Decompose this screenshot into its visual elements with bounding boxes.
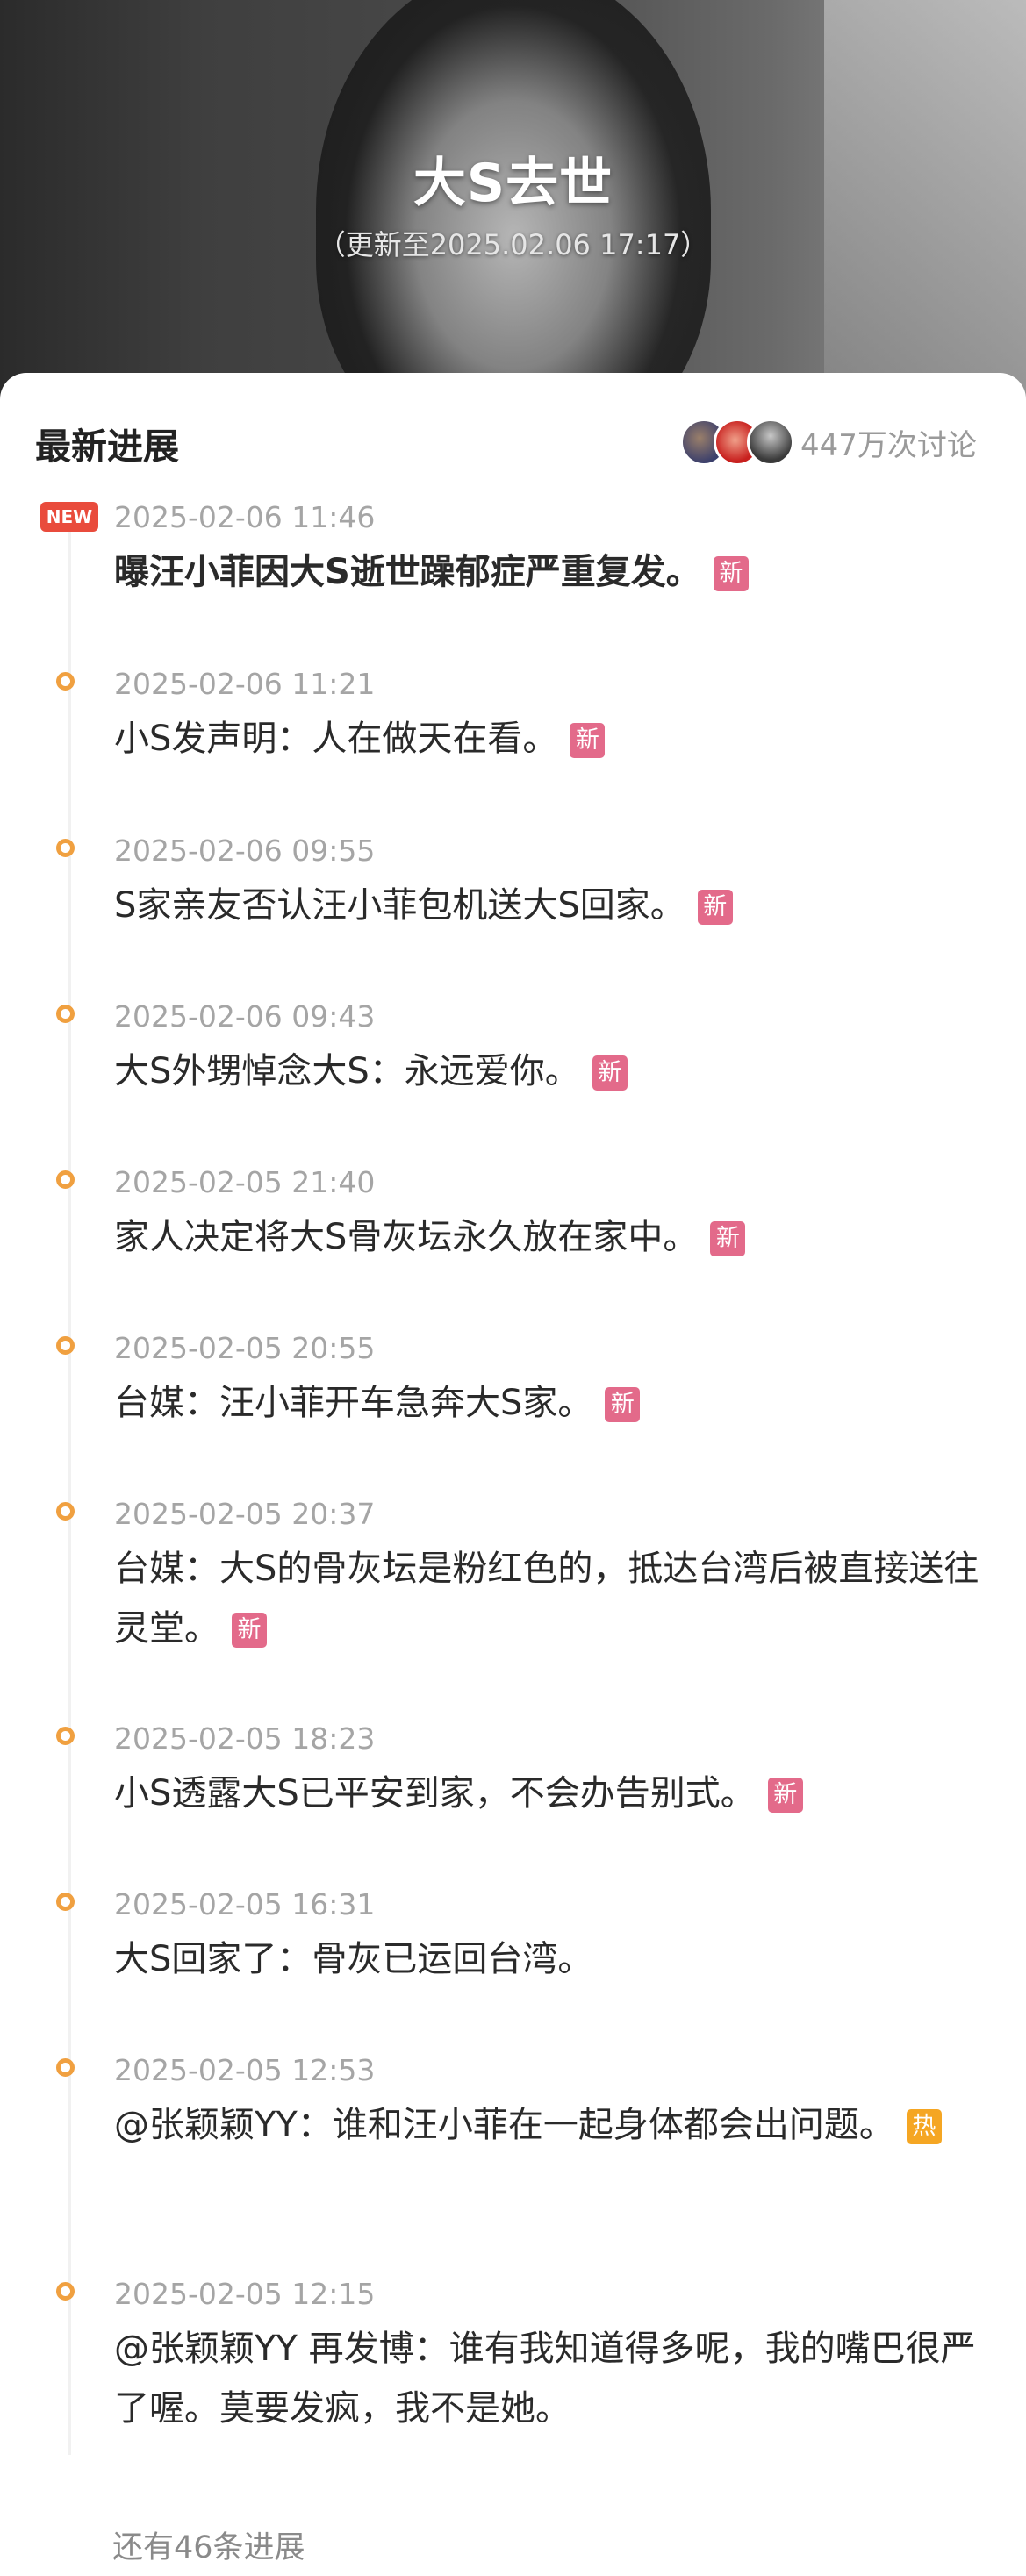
timeline-time: 2025-02-05 20:55 [114,1331,376,1365]
timeline-dot-icon [56,839,75,857]
new-tag-icon: 新 [232,1613,267,1648]
new-tag-icon: 新 [570,723,606,758]
topic-hero-banner: 大S去世 （更新至2025.02.06 17:17） [0,0,1026,412]
timeline-time: 2025-02-05 12:53 [114,2053,376,2087]
timeline-text[interactable]: 家人决定将大S骨灰坛永久放在家中。新 [114,1207,983,1267]
timeline-text[interactable]: 曝汪小菲因大S逝世躁郁症严重复发。新 [114,542,983,602]
card-title: 最新进展 [35,426,179,468]
more-progress-link[interactable]: 还有46条进展 [112,2522,305,2567]
new-tag-icon: 新 [592,1055,628,1091]
timeline-text[interactable]: 台媒：汪小菲开车急奔大S家。新 [114,1373,983,1433]
timeline-text[interactable]: S家亲友否认汪小菲包机送大S回家。新 [114,876,983,935]
timeline-dot-icon [56,1005,75,1023]
timeline-dot-icon [56,1893,75,1911]
timeline-text[interactable]: 大S外甥悼念大S：永远爱你。新 [114,1041,983,1101]
timeline-dot-icon [56,1336,75,1355]
new-tag-icon: 新 [710,1221,746,1256]
timeline-time: 2025-02-05 18:23 [114,1721,376,1756]
new-tag-icon: 新 [713,556,749,591]
timeline-time: 2025-02-05 12:15 [114,2277,376,2311]
timeline-time: 2025-02-06 11:46 [114,500,376,534]
timeline-text[interactable]: 大S回家了：骨灰已运回台湾。 [114,1929,983,1989]
timeline-time: 2025-02-06 11:21 [114,667,376,701]
topic-title: 大S去世 [413,153,613,214]
topic-updated-time: （更新至2025.02.06 17:17） [317,228,709,261]
new-tag-icon: 新 [697,890,733,925]
timeline-text[interactable]: 小S透露大S已平安到家，不会办告别式。新 [114,1764,983,1823]
timeline-time: 2025-02-05 20:37 [114,1497,376,1531]
timeline-text[interactable]: @张颖颖YY：谁和汪小菲在一起身体都会出问题。热 [114,2095,983,2155]
timeline-dot-icon [56,2282,75,2301]
timeline-time: 2025-02-06 09:43 [114,999,376,1034]
timeline-text[interactable]: 台媒：大S的骨灰坛是粉红色的，抵达台湾后被直接送往灵堂。新 [114,1539,983,1658]
participant-avatars[interactable] [680,419,794,466]
timeline-dot-icon [56,1502,75,1521]
timeline-dot-icon [56,672,75,691]
timeline-time: 2025-02-05 16:31 [114,1887,376,1921]
hot-tag-icon: 热 [906,2109,942,2144]
timeline-dot-icon [56,1170,75,1189]
timeline-line [68,529,71,2455]
new-tag-icon: 新 [605,1387,641,1422]
timeline-text[interactable]: @张颖颖YY 再发博：谁有我知道得多呢，我的嘴巴很严了喔。莫要发疯，我不是她。 [114,2319,983,2438]
discussion-count[interactable]: 447万次讨论 [800,421,977,464]
timeline-time: 2025-02-05 21:40 [114,1165,376,1199]
new-tag-icon: 新 [767,1778,803,1813]
timeline-time: 2025-02-06 09:55 [114,834,376,868]
avatar [747,419,794,466]
timeline-dot-icon [56,1727,75,1745]
timeline-text[interactable]: 小S发声明：人在做天在看。新 [114,709,983,769]
timeline-dot-icon [56,2058,75,2077]
latest-progress-card: 最新进展 447万次讨论 NEW 2025-02-06 11:46 曝汪小菲因大… [0,373,1026,2576]
new-badge: NEW [40,502,98,532]
